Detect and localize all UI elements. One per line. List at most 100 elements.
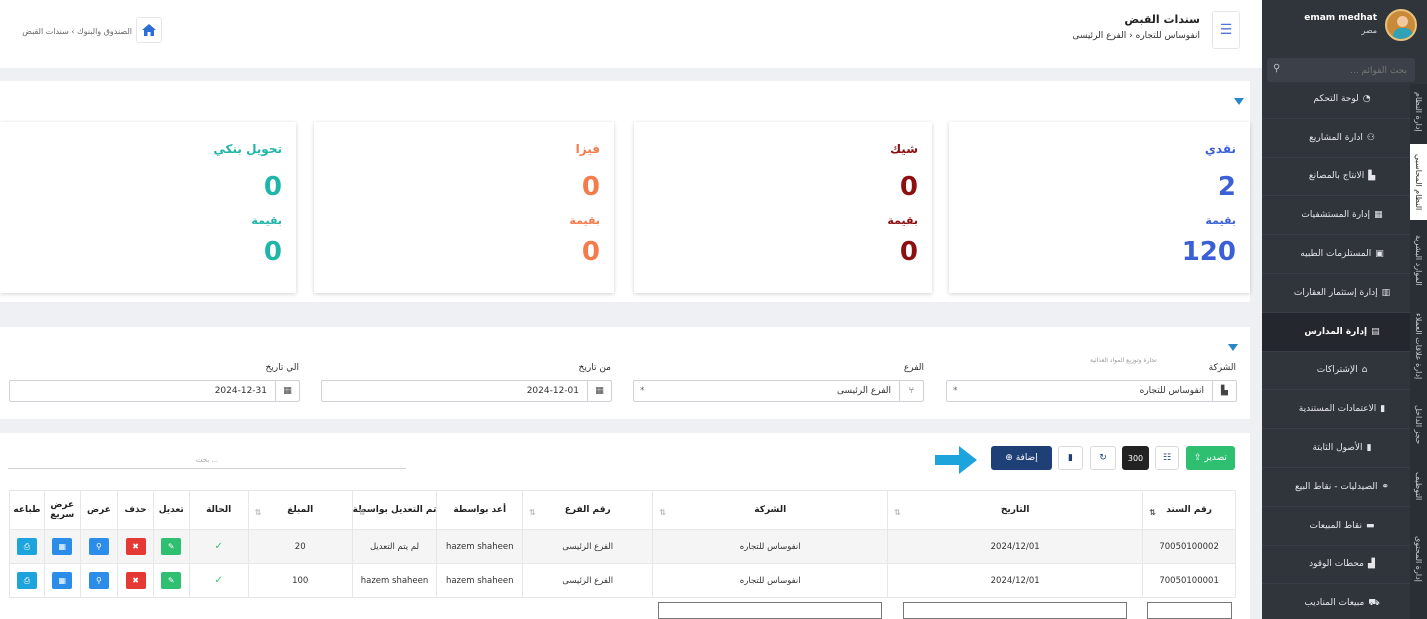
sidebar-item[interactable]: ◔ لوحة التحكم <box>1262 80 1410 119</box>
cell-view: ⚲ <box>79 529 119 564</box>
user-profile[interactable]: emam medhat مصر <box>1267 6 1417 46</box>
filter-icon[interactable] <box>1234 98 1244 105</box>
sidebar-item-label: إدارة إستثمار العقارات <box>1293 287 1378 298</box>
card-label: نقدي <box>1204 142 1236 156</box>
company-select[interactable]: ▙ انفوساس للتجاره * <box>946 380 1237 402</box>
columns-button[interactable]: ☷ <box>1155 446 1179 470</box>
cell-edit: ✎ <box>152 529 190 564</box>
sidebar-item-label: الانتاج بالمصانع <box>1308 171 1365 182</box>
filter-company-input[interactable] <box>658 602 883 619</box>
sidebar-menu: ◔ لوحة التحكم ⚇ ادارة المشاريع ▙ الانتاج بالم… <box>1262 80 1410 619</box>
tab-inbound-booking[interactable]: حجز الداخل <box>1410 396 1427 454</box>
tab-accounting[interactable]: النظام المحاسبي <box>1410 144 1427 220</box>
cell-view: ⚲ <box>79 563 119 598</box>
to-date-input[interactable]: ▦ 2024-12-31 <box>9 380 300 402</box>
cell-delete: ✖ <box>117 563 154 598</box>
quick-view-button[interactable]: ▦ <box>52 538 73 555</box>
tab-crm[interactable]: إدارة علاقات العملاء <box>1410 300 1427 392</box>
filter-cell <box>652 597 888 619</box>
table-row[interactable]: 70050100001 2024/12/01 انفوساس للتجاره ا… <box>9 563 1236 598</box>
cell-edit: ✎ <box>152 563 190 598</box>
sidebar-search[interactable]: ⚲ <box>1267 58 1415 83</box>
tab-content[interactable]: إدارة المحتوى <box>1410 518 1427 600</box>
col-company[interactable]: الشركة ⇅ <box>652 490 889 530</box>
col-delete: حذف <box>117 490 154 530</box>
sidebar-item-label: الاعتمادات المستندية <box>1298 404 1377 415</box>
edit-button[interactable]: ✎ <box>161 538 182 555</box>
col-receipt-no[interactable]: رقم السند ⇅ <box>1142 490 1236 530</box>
sidebar-item-label: محطات الوقود <box>1309 559 1365 570</box>
card-value-label: بقيمة <box>1205 214 1236 227</box>
delete-button[interactable]: ✖ <box>125 572 146 589</box>
filter-icon[interactable] <box>1228 344 1238 351</box>
filter-date-input[interactable] <box>903 602 1128 619</box>
tab-recruitment[interactable]: التوظيف <box>1410 458 1427 514</box>
filter-cell <box>9 597 45 619</box>
sidebar: emam medhat مصر ⚲ إدارة النظام النظام ال… <box>1262 0 1427 619</box>
export-button[interactable]: ⇪ تصدير <box>1186 446 1235 470</box>
delete-button[interactable]: ✖ <box>125 538 146 555</box>
cell-modified-by: لم يتم التعديل <box>351 529 438 564</box>
refresh-button[interactable]: ↻ <box>1090 446 1116 470</box>
page-subtitle: انفوساس للتجاره ‹ الفرع الرئيسى <box>1072 31 1200 41</box>
branch-icon: ⑂ <box>899 381 923 401</box>
sidebar-item[interactable]: ▮ الأصول الثابتة <box>1262 429 1410 468</box>
tab-system-admin[interactable]: إدارة النظام <box>1410 84 1427 140</box>
home-button[interactable] <box>136 17 162 43</box>
col-status: الحالة <box>188 490 249 530</box>
sidebar-item[interactable]: ▦ إدارة المستشفيات <box>1262 196 1410 236</box>
tab-hr[interactable]: الموارد البشرية <box>1410 224 1427 296</box>
cell-prepared-by: hazem shaheen <box>436 563 524 598</box>
sidebar-item[interactable]: ⚭ الصيدليات - نقاط البيع <box>1262 468 1410 507</box>
sidebar-item[interactable]: ▙ الانتاج بالمصانع <box>1262 158 1410 197</box>
table-search-input[interactable]: بحث ... <box>8 451 406 469</box>
calendar-icon: ▦ <box>587 381 611 401</box>
building-icon: ▥ <box>1381 287 1391 298</box>
sidebar-item[interactable]: ▟ محطات الوقود <box>1262 546 1410 585</box>
card-count: 2 <box>1217 172 1236 202</box>
table-row[interactable]: 70050100002 2024/12/01 انفوساس للتجاره ا… <box>9 529 1236 564</box>
filter-cell <box>117 597 154 619</box>
col-branch-no[interactable]: رقم الفرع ⇅ <box>522 490 654 530</box>
list-menu-button[interactable]: ☰ <box>1212 11 1240 49</box>
col-amount[interactable]: المبلغ ⇅ <box>247 490 353 530</box>
filter-receipt-no-input[interactable] <box>1146 602 1232 619</box>
top-header: ☰ سندات القبض انفوساس للتجاره ‹ الفرع ال… <box>0 0 1262 68</box>
report-button[interactable]: ▮ <box>1058 446 1083 470</box>
sidebar-item[interactable]: ▮ الاعتمادات المستندية <box>1262 390 1410 430</box>
gas-pump-icon: ▟ <box>1368 559 1375 570</box>
cell-receipt-no: 70050100002 <box>1142 529 1236 564</box>
sidebar-item[interactable]: ⛟ مبيعات المناديب <box>1262 584 1410 619</box>
sidebar-item[interactable]: ▣ المستلزمات الطبيه <box>1262 235 1410 274</box>
add-button[interactable]: ⊕ إضافة <box>991 446 1052 470</box>
from-date-input[interactable]: ▦ 2024-12-01 <box>321 380 612 402</box>
cell-company: انفوساس للتجاره <box>652 529 889 564</box>
card-visa: فيزا 0 بقيمة 0 <box>314 122 614 293</box>
col-modified-by[interactable]: تم التعديل بواسطة ⇅ <box>351 490 438 530</box>
building-icon: ▙ <box>1212 381 1236 401</box>
sidebar-item[interactable]: ⌂ الإشتراكات <box>1262 352 1410 391</box>
header-label: التاريخ <box>1000 505 1030 515</box>
edit-button[interactable]: ✎ <box>161 572 182 589</box>
sidebar-item[interactable]: ▤ إدارة المدارس <box>1262 312 1410 352</box>
page-size-button[interactable]: 300 <box>1122 446 1149 470</box>
sidebar-item[interactable]: ▥ إدارة إستثمار العقارات <box>1262 274 1410 313</box>
breadcrumb: الصندوق والبنوك › سندات القبض <box>22 27 132 36</box>
quick-view-button[interactable]: ▦ <box>52 572 73 589</box>
print-button[interactable]: ⎙ <box>16 572 37 589</box>
sidebar-item[interactable]: ⚇ ادارة المشاريع <box>1262 119 1410 158</box>
branch-label: الفرع <box>903 363 924 373</box>
card-value: 120 <box>1181 237 1236 267</box>
sidebar-item[interactable]: ▬ نقاط المبيعات <box>1262 507 1410 546</box>
export-label: تصدير <box>1204 453 1227 463</box>
print-button[interactable]: ⎙ <box>16 538 37 555</box>
view-button[interactable]: ⚲ <box>88 538 109 555</box>
company-label: الشركة <box>1208 363 1236 373</box>
cell-delete: ✖ <box>117 529 154 564</box>
header-label: عرض سريع <box>50 500 75 520</box>
page-title: سندات القبض <box>1124 13 1200 26</box>
col-date[interactable]: التاريخ ⇅ <box>887 490 1144 530</box>
cell-date: 2024/12/01 <box>887 563 1144 598</box>
view-button[interactable]: ⚲ <box>88 572 109 589</box>
branch-select[interactable]: ⑂ الفرع الرئيسى * <box>633 380 924 402</box>
